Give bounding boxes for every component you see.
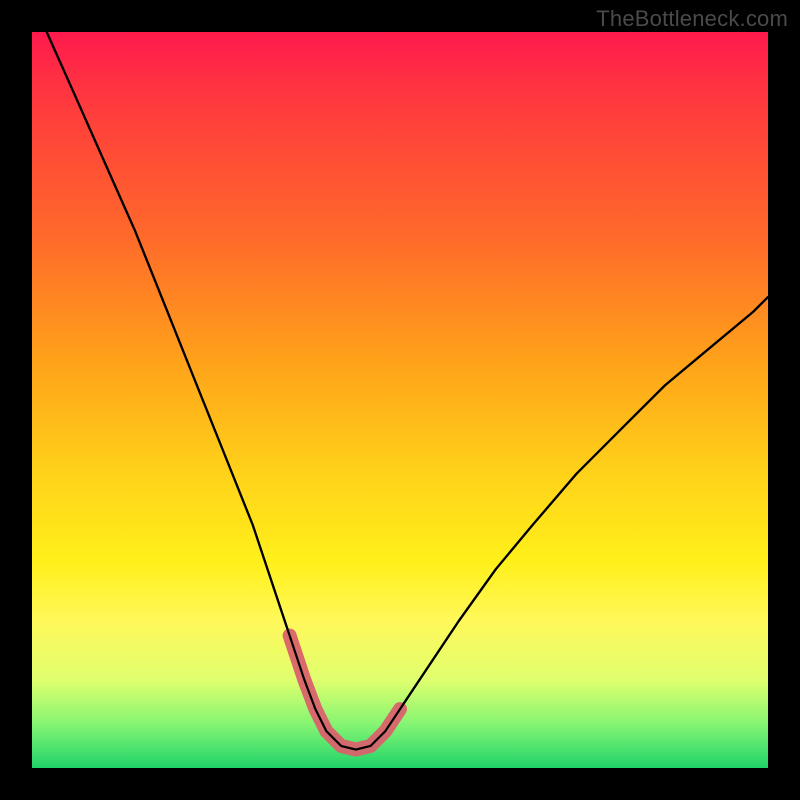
watermark-label: TheBottleneck.com: [596, 6, 788, 32]
bottleneck-curve-overlay: [47, 32, 768, 750]
chart-frame: TheBottleneck.com: [0, 0, 800, 800]
plot-area: [32, 32, 768, 768]
curve-layer: [32, 32, 768, 768]
